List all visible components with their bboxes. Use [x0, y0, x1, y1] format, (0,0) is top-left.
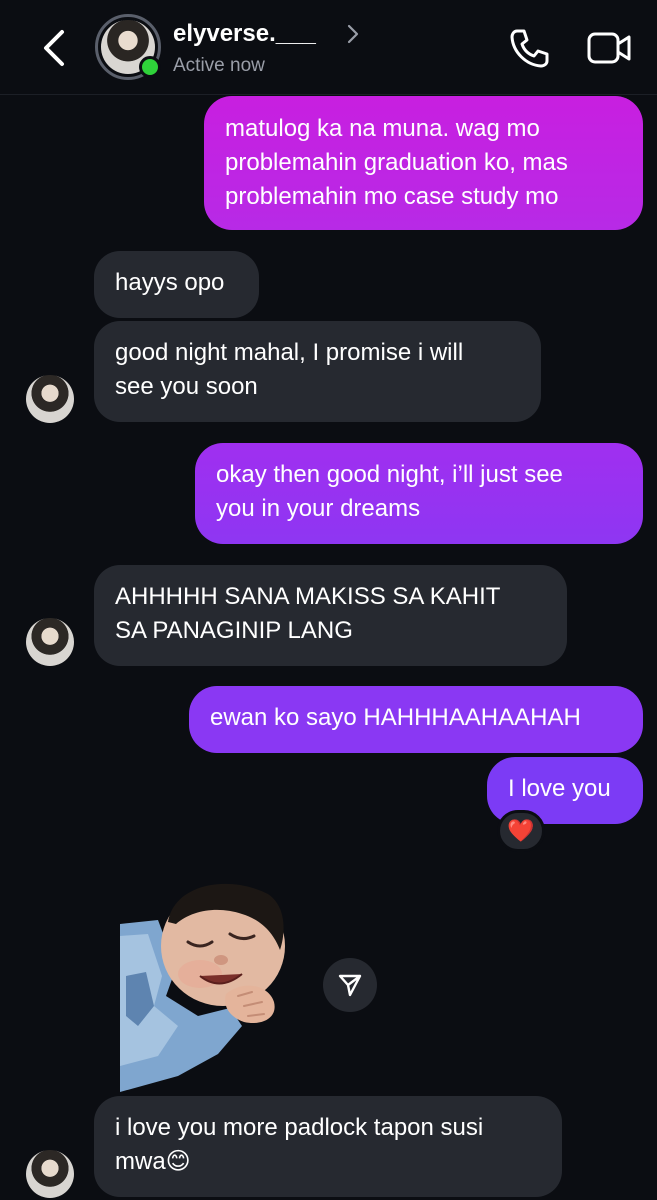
- online-status-dot: [139, 56, 161, 78]
- active-status: Active now: [173, 55, 265, 76]
- chat-header: elyverse.___ Active now: [0, 0, 657, 95]
- phone-icon[interactable]: [507, 26, 551, 70]
- contact-avatar[interactable]: [26, 375, 74, 423]
- message-received[interactable]: good night mahal, I promise i will see y…: [94, 321, 541, 422]
- message-sent[interactable]: okay then good night, i’ll just see you …: [195, 443, 643, 544]
- profile-avatar[interactable]: [95, 14, 161, 80]
- video-camera-icon[interactable]: [586, 30, 632, 66]
- back-arrow-icon[interactable]: [38, 26, 72, 70]
- contact-username[interactable]: elyverse.___: [173, 20, 316, 48]
- smiling-baby-sticker[interactable]: [118, 876, 286, 1092]
- message-sent[interactable]: matulog ka na muna. wag mo problemahin g…: [204, 96, 643, 230]
- contact-avatar[interactable]: [26, 618, 74, 666]
- share-button[interactable]: [323, 958, 377, 1012]
- chevron-right-icon[interactable]: [346, 22, 360, 46]
- contact-avatar[interactable]: [26, 1150, 74, 1198]
- heart-reaction[interactable]: ❤️: [497, 810, 545, 852]
- send-icon: [338, 974, 362, 997]
- message-received[interactable]: hayys opo: [94, 251, 259, 318]
- message-received[interactable]: i love you more padlock tapon susi mwa😊: [94, 1096, 562, 1197]
- message-received[interactable]: AHHHHH SANA MAKISS SA KAHIT SA PANAGINIP…: [94, 565, 567, 666]
- message-sent[interactable]: ewan ko sayo HAHHHAAHAAHAH: [189, 686, 643, 753]
